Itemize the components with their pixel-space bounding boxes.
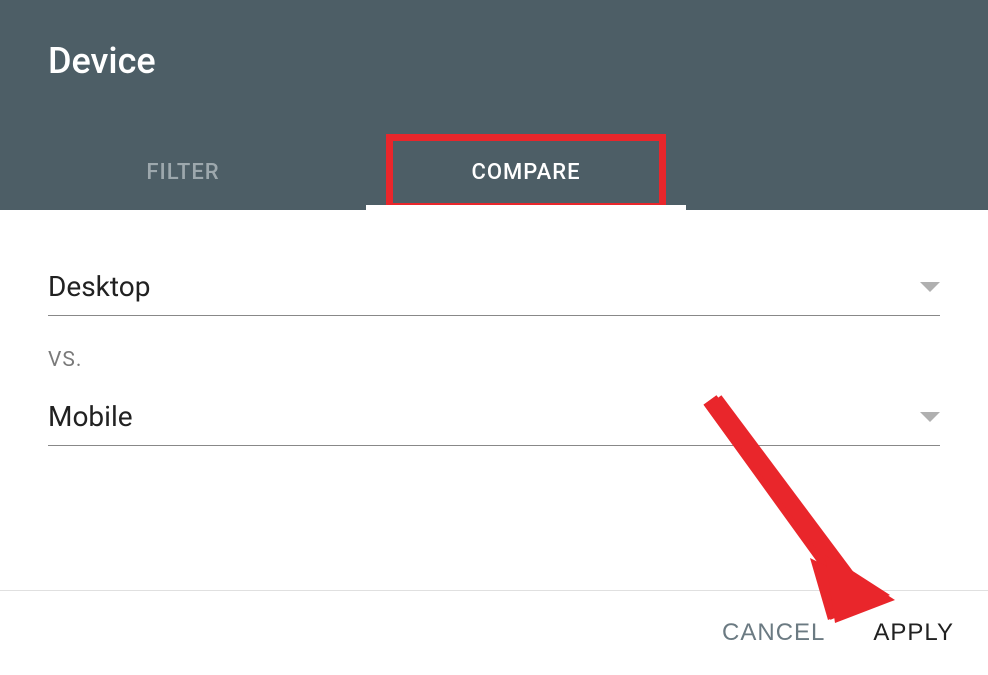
tab-active-indicator [366, 205, 686, 210]
tab-compare-label: COMPARE [471, 160, 580, 185]
chevron-down-icon [920, 282, 940, 292]
cancel-button[interactable]: CANCEL [722, 619, 825, 647]
dialog-header: Device FILTER COMPARE [0, 0, 988, 210]
first-dimension-select[interactable]: Desktop [48, 270, 940, 316]
dialog-content: Desktop VS. Mobile [0, 210, 988, 476]
tab-filter[interactable]: FILTER [0, 134, 366, 210]
second-dimension-select[interactable]: Mobile [48, 400, 940, 446]
dialog-title: Device [0, 40, 988, 134]
dialog-footer: CANCEL APPLY [0, 590, 988, 675]
vs-separator: VS. [48, 348, 940, 372]
tab-bar: FILTER COMPARE [0, 134, 988, 210]
chevron-down-icon [920, 412, 940, 422]
tab-compare[interactable]: COMPARE [366, 134, 686, 210]
second-dimension-value: Mobile [48, 400, 133, 433]
tab-filter-label: FILTER [146, 160, 219, 185]
apply-button[interactable]: APPLY [873, 619, 954, 647]
first-dimension-value: Desktop [48, 270, 150, 303]
